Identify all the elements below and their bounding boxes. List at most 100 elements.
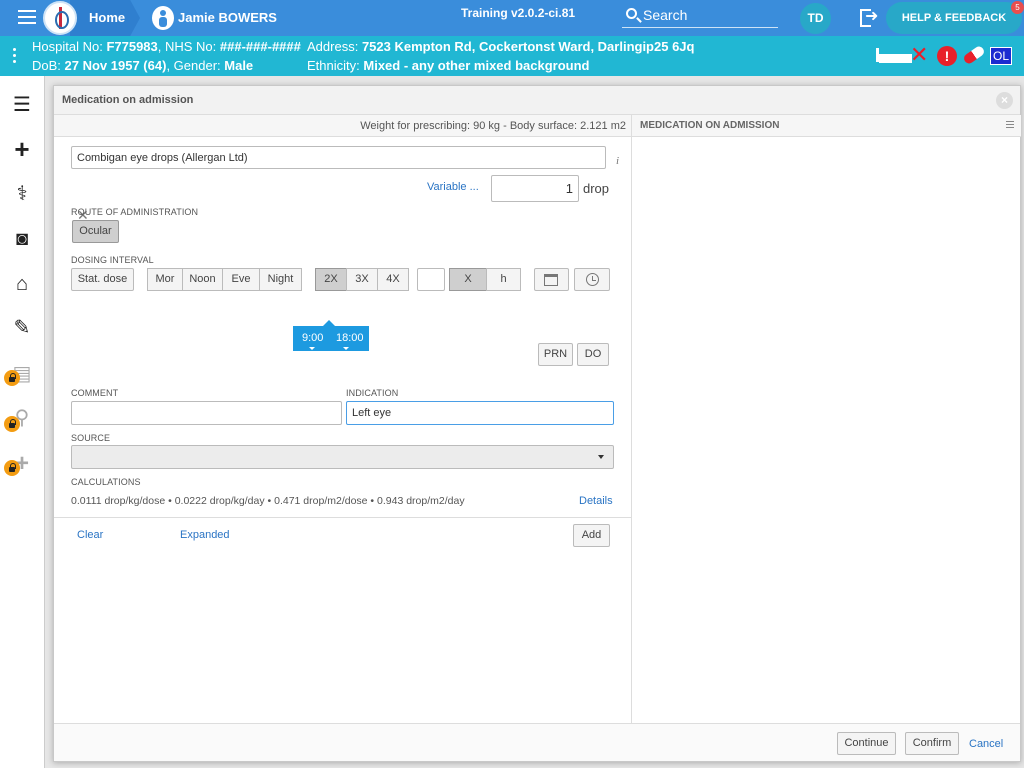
hospital-line: Hospital No: F775983, NHS No: ###-###-##…: [32, 39, 301, 54]
time-mor-button[interactable]: Mor: [147, 268, 183, 291]
source-label: SOURCE: [71, 433, 111, 443]
medication-modal: Medication on admission × Weight for pre…: [53, 85, 1021, 762]
ol-badge[interactable]: OL: [990, 47, 1012, 65]
route-ocular-button[interactable]: Ocular: [72, 220, 119, 243]
search-box[interactable]: Search: [622, 5, 778, 28]
ethnicity-line: Ethnicity: Mixed - any other mixed backg…: [307, 58, 589, 73]
stat-dose-button[interactable]: Stat. dose: [71, 268, 134, 291]
nhs-no-label: , NHS No:: [157, 39, 217, 54]
comment-field[interactable]: [71, 401, 342, 425]
weight-text: Weight for prescribing: 90 kg - Body sur…: [360, 120, 626, 132]
sidebar-item-camera[interactable]: ◙: [0, 218, 44, 262]
clock-icon: [586, 273, 599, 286]
alert-icon[interactable]: !: [937, 46, 957, 66]
calendar-icon: [544, 274, 558, 286]
search-icon: [626, 8, 637, 19]
source-select[interactable]: [71, 445, 614, 469]
list-icon: ☰: [13, 94, 31, 116]
dose-field[interactable]: [491, 175, 579, 202]
bed-icon[interactable]: [876, 46, 912, 63]
cancel-link[interactable]: Cancel: [969, 738, 1003, 750]
comment-label: COMMENT: [71, 388, 119, 398]
hospital-no-label: Hospital No:: [32, 39, 103, 54]
logout-icon[interactable]: [860, 6, 880, 27]
calendar-button[interactable]: [534, 268, 569, 291]
prn-button[interactable]: PRN: [538, 343, 573, 366]
variable-link[interactable]: Variable ...: [427, 181, 479, 193]
sidebar-item-list[interactable]: ☰: [0, 84, 44, 128]
nhs-no: ###-###-####: [219, 39, 301, 54]
patient-icon: [152, 6, 174, 30]
indication-field[interactable]: [346, 401, 614, 425]
indication-input[interactable]: [347, 402, 613, 424]
ethnicity-label: Ethnicity:: [307, 58, 360, 73]
modal-footer: Continue Confirm Cancel: [54, 723, 1020, 761]
sidebar-item-home[interactable]: ⌂: [0, 263, 44, 307]
address-value: 7523 Kempton Rd, Cockertonst Ward, Darli…: [361, 39, 695, 54]
close-icon[interactable]: ×: [996, 92, 1013, 109]
modal-title: Medication on admission: [62, 94, 194, 106]
medication-list-title: MEDICATION ON ADMISSION: [640, 120, 780, 131]
info-icon[interactable]: i: [616, 155, 624, 167]
schedule-button[interactable]: [574, 268, 610, 291]
address-label: Address:: [307, 39, 359, 54]
ethnicity-value: Mixed - any other mixed background: [363, 58, 590, 73]
version-label: Training v2.0.2-ci.81: [461, 6, 576, 20]
dose-unit: drop: [583, 181, 610, 196]
details-link[interactable]: Details: [579, 495, 613, 507]
lock-icon: [4, 460, 20, 476]
freq-3x-button[interactable]: 3X: [346, 268, 378, 291]
home-label[interactable]: Home: [89, 10, 125, 25]
chevron-down-icon: [598, 455, 604, 459]
do-button[interactable]: DO: [577, 343, 609, 366]
user-avatar[interactable]: TD: [800, 3, 831, 34]
confirm-button[interactable]: Confirm: [905, 732, 959, 755]
sidebar-item-clinical[interactable]: ⚕: [0, 173, 44, 217]
time-slot-2[interactable]: 18:00: [336, 332, 364, 350]
dosing-interval-label: DOSING INTERVAL: [71, 255, 154, 265]
gender-value: Male: [224, 58, 254, 73]
cross-icon[interactable]: ✕: [910, 42, 928, 68]
kebab-menu-icon[interactable]: [13, 48, 17, 66]
drug-input[interactable]: [72, 147, 605, 168]
drug-field[interactable]: [71, 146, 606, 169]
stethoscope-icon: ⚕: [16, 183, 28, 205]
interval-x-button[interactable]: X: [449, 268, 487, 291]
lock-icon: [4, 416, 20, 432]
edit-notes-icon: ✎: [13, 317, 31, 339]
freq-4x-button[interactable]: 4X: [377, 268, 409, 291]
lock-icon: [4, 370, 20, 386]
menu-icon[interactable]: [1006, 121, 1014, 130]
dob-value: 27 Nov 1957 (64): [64, 58, 167, 73]
plus-icon: +: [14, 134, 30, 164]
time-slot-1[interactable]: 9:00: [302, 332, 323, 350]
address-line: Address: 7523 Kempton Rd, Cockertonst Wa…: [307, 39, 694, 54]
expanded-link[interactable]: Expanded: [180, 529, 230, 541]
prescription-form: Weight for prescribing: 90 kg - Body sur…: [54, 115, 631, 723]
interval-h-button[interactable]: h: [486, 268, 521, 291]
form-divider: [54, 517, 631, 518]
sidebar-item-notes[interactable]: ✎: [0, 307, 44, 351]
interval-number-field[interactable]: [417, 268, 445, 291]
freq-2x-button[interactable]: 2X: [315, 268, 347, 291]
help-feedback-button[interactable]: HELP & FEEDBACK: [886, 2, 1022, 34]
comment-input[interactable]: [72, 402, 341, 424]
time-night-button[interactable]: Night: [259, 268, 302, 291]
time-noon-button[interactable]: Noon: [182, 268, 223, 291]
clear-link[interactable]: Clear: [77, 529, 103, 541]
top-bar: Home Jamie BOWERS Training v2.0.2-ci.81 …: [0, 0, 1024, 36]
continue-button[interactable]: Continue: [837, 732, 896, 755]
home-icon: ⌂: [15, 273, 29, 295]
time-eve-button[interactable]: Eve: [222, 268, 260, 291]
app-logo[interactable]: [43, 1, 77, 35]
sidebar-item-add[interactable]: +: [0, 128, 44, 172]
indication-label: INDICATION: [346, 388, 399, 398]
hamburger-menu-icon[interactable]: [18, 10, 36, 26]
dose-input[interactable]: [492, 176, 578, 201]
dob-line: DoB: 27 Nov 1957 (64), Gender: Male: [32, 58, 253, 73]
patient-name[interactable]: Jamie BOWERS: [178, 10, 277, 25]
dob-label: DoB:: [32, 58, 61, 73]
medication-list-header: MEDICATION ON ADMISSION: [632, 115, 1021, 137]
add-button[interactable]: Add: [573, 524, 610, 547]
left-sidebar: ☰ + ⚕ ◙ ⌂ ✎ ▤ ⚲ +: [0, 76, 45, 768]
